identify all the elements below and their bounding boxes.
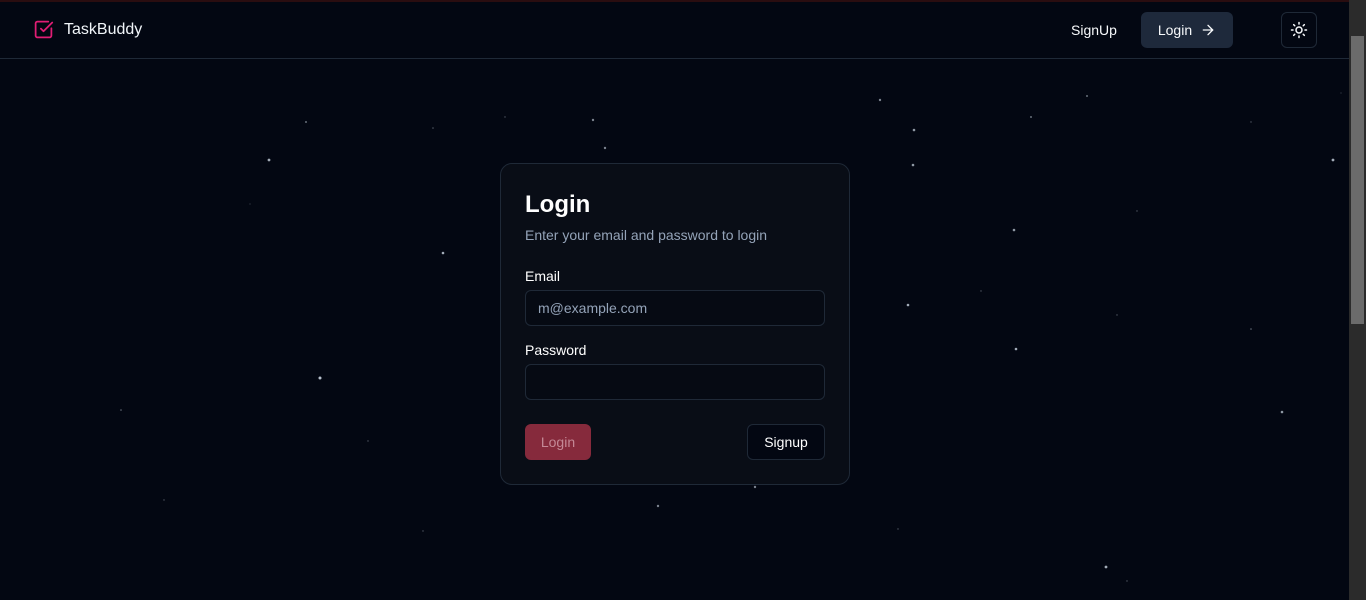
scrollbar-thumb[interactable] — [1351, 36, 1364, 324]
nav-login-button[interactable]: Login — [1141, 12, 1233, 48]
app-name: TaskBuddy — [64, 20, 143, 38]
theme-toggle-button[interactable] — [1281, 12, 1317, 48]
login-title: Login — [525, 191, 591, 218]
password-label: Password — [525, 342, 587, 358]
login-card: Login Enter your email and password to l… — [500, 163, 850, 485]
arrow-right-icon — [1202, 24, 1214, 36]
sun-icon — [1290, 21, 1308, 39]
email-input[interactable] — [525, 290, 825, 326]
vertical-scrollbar[interactable] — [1349, 0, 1366, 600]
signup-button[interactable]: Signup — [747, 424, 825, 460]
checkbox-logo-icon — [34, 20, 54, 39]
password-input[interactable] — [525, 364, 825, 400]
brand[interactable]: TaskBuddy — [33, 19, 142, 40]
email-label: Email — [525, 268, 561, 284]
top-navbar: TaskBuddy SignUp Login — [0, 0, 1349, 59]
nav-login-label: Login — [1157, 22, 1193, 38]
login-description: Enter your email and password to login — [525, 227, 768, 243]
login-button[interactable]: Login — [525, 424, 591, 460]
nav-signup-link[interactable]: SignUp — [1060, 12, 1128, 48]
